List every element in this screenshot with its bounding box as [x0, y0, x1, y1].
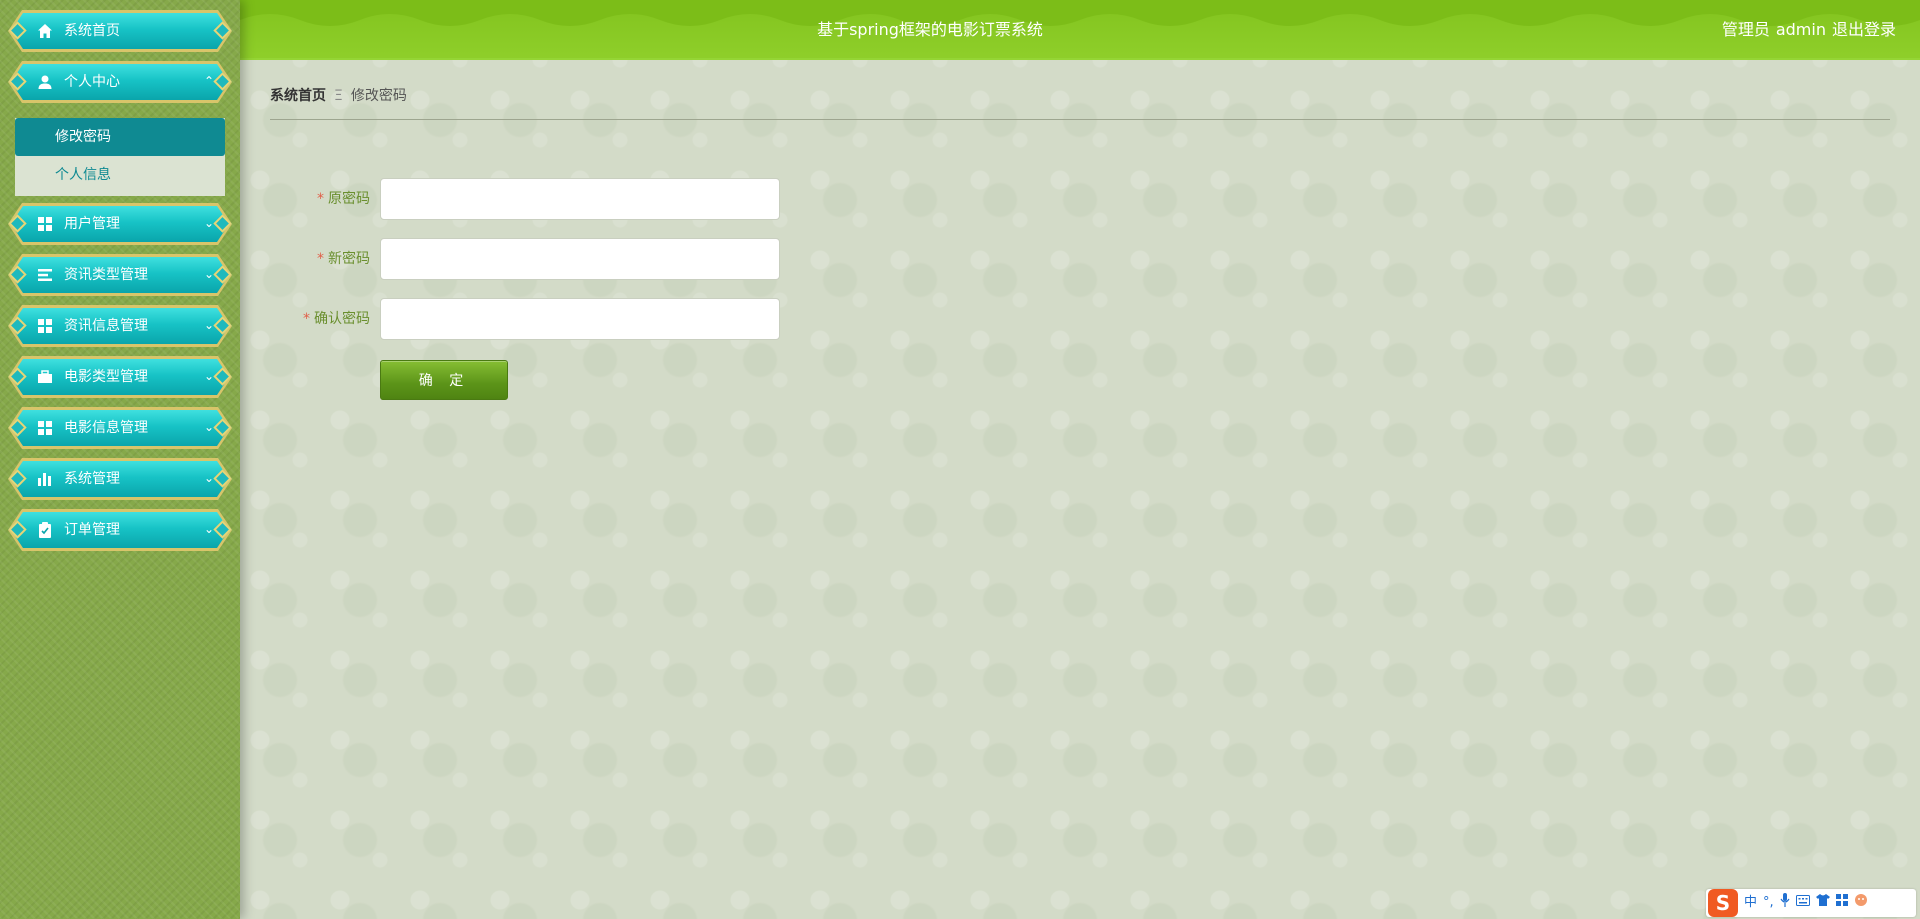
new-password-field[interactable]	[380, 238, 780, 280]
sidebar-item-label: 个人中心	[64, 74, 120, 90]
sidebar-item-label: 系统管理	[64, 471, 120, 487]
grid-icon	[36, 215, 54, 233]
change-password-form: * 原密码 * 新密码 * 确认密码	[270, 178, 790, 358]
form-row-old-password: * 原密码	[270, 178, 790, 238]
sidebar-item-home[interactable]: 系统首页	[8, 10, 232, 52]
chevron-down-icon: ⌄	[203, 267, 214, 281]
clipboard-icon	[36, 521, 54, 539]
sidebar-item-news-info-management[interactable]: 资讯信息管理 ⌄	[8, 305, 232, 347]
skin-shirt-icon[interactable]	[1815, 893, 1830, 913]
sidebar-item-label: 资讯信息管理	[64, 318, 148, 334]
grid-icon	[36, 317, 54, 335]
form-row-new-password: * 新密码	[270, 238, 790, 298]
logout-link[interactable]: 退出登录	[1832, 20, 1896, 39]
chevron-up-icon: ⌃	[203, 74, 214, 88]
sidebar-item-user-management[interactable]: 用户管理 ⌄	[8, 203, 232, 245]
sidebar-item-system-management[interactable]: 系统管理 ⌄	[8, 458, 232, 500]
breadcrumb-current: 修改密码	[350, 88, 407, 104]
chevron-down-icon: ⌄	[203, 420, 214, 434]
briefcase-icon	[36, 368, 54, 386]
keyboard-icon[interactable]	[1795, 893, 1810, 913]
mascot-icon[interactable]	[1854, 893, 1868, 914]
required-mark: *	[317, 251, 324, 267]
required-mark: *	[317, 191, 324, 207]
new-password-label: * 新密码	[317, 251, 370, 267]
confirm-password-label: * 确认密码	[303, 311, 370, 327]
bar-chart-icon	[36, 470, 54, 488]
app-title: 基于spring框架的电影订票系统	[817, 20, 1043, 39]
breadcrumb-home[interactable]: 系统首页	[270, 88, 326, 104]
chevron-down-icon: ⌄	[203, 471, 214, 485]
sidebar-item-label: 资讯类型管理	[64, 267, 148, 283]
ime-mode-toggle[interactable]: 中	[1744, 893, 1757, 913]
sogou-logo-icon[interactable]: S	[1708, 889, 1738, 917]
required-mark: *	[303, 311, 310, 327]
sidebar: 系统首页 个人中心 ⌃ 修改密码 个人信息 用户管理 ⌄ 资讯类型管理 ⌄ 资讯…	[0, 0, 240, 919]
old-password-label: * 原密码	[317, 191, 370, 207]
confirm-password-field[interactable]	[380, 298, 780, 340]
sidebar-item-movie-type-management[interactable]: 电影类型管理 ⌄	[8, 356, 232, 398]
breadcrumb: 系统首页 Ξ 修改密码	[270, 86, 1890, 120]
breadcrumb-separator-icon: Ξ	[334, 88, 343, 104]
punctuation-icon[interactable]: °,	[1763, 893, 1774, 913]
ime-toolbar: S 中 °,	[1706, 889, 1916, 917]
user-icon	[36, 73, 54, 91]
chevron-down-icon: ⌄	[203, 216, 214, 230]
home-icon	[36, 22, 54, 40]
confirm-button[interactable]: 确 定	[380, 360, 508, 400]
user-area: 管理员 admin 退出登录	[1716, 20, 1896, 40]
list-icon	[36, 266, 54, 284]
form-row-confirm-password: * 确认密码	[270, 298, 790, 358]
toolbox-grid-icon[interactable]	[1835, 893, 1848, 913]
microphone-icon[interactable]	[1780, 892, 1790, 914]
sidebar-item-label: 电影信息管理	[64, 420, 148, 436]
old-password-field[interactable]	[380, 178, 780, 220]
sidebar-item-label: 用户管理	[64, 216, 120, 232]
sidebar-item-news-type-management[interactable]: 资讯类型管理 ⌄	[8, 254, 232, 296]
sidebar-item-label: 系统首页	[64, 23, 120, 39]
chevron-down-icon: ⌄	[203, 369, 214, 383]
personal-center-submenu: 修改密码 个人信息	[15, 118, 225, 196]
username: admin	[1775, 20, 1826, 39]
submenu-item-change-password[interactable]: 修改密码	[15, 118, 225, 156]
grid-icon	[36, 419, 54, 437]
sidebar-item-order-management[interactable]: 订单管理 ⌄	[8, 509, 232, 551]
sidebar-item-movie-info-management[interactable]: 电影信息管理 ⌄	[8, 407, 232, 449]
user-role: 管理员	[1721, 20, 1770, 39]
chevron-down-icon: ⌄	[203, 318, 214, 332]
top-header: 基于spring框架的电影订票系统 管理员 admin 退出登录	[240, 0, 1920, 60]
chevron-down-icon: ⌄	[203, 522, 214, 536]
submenu-item-personal-info[interactable]: 个人信息	[15, 156, 225, 194]
sidebar-item-personal-center[interactable]: 个人中心 ⌃	[8, 61, 232, 103]
sidebar-item-label: 订单管理	[64, 522, 120, 538]
sidebar-item-label: 电影类型管理	[64, 369, 148, 385]
